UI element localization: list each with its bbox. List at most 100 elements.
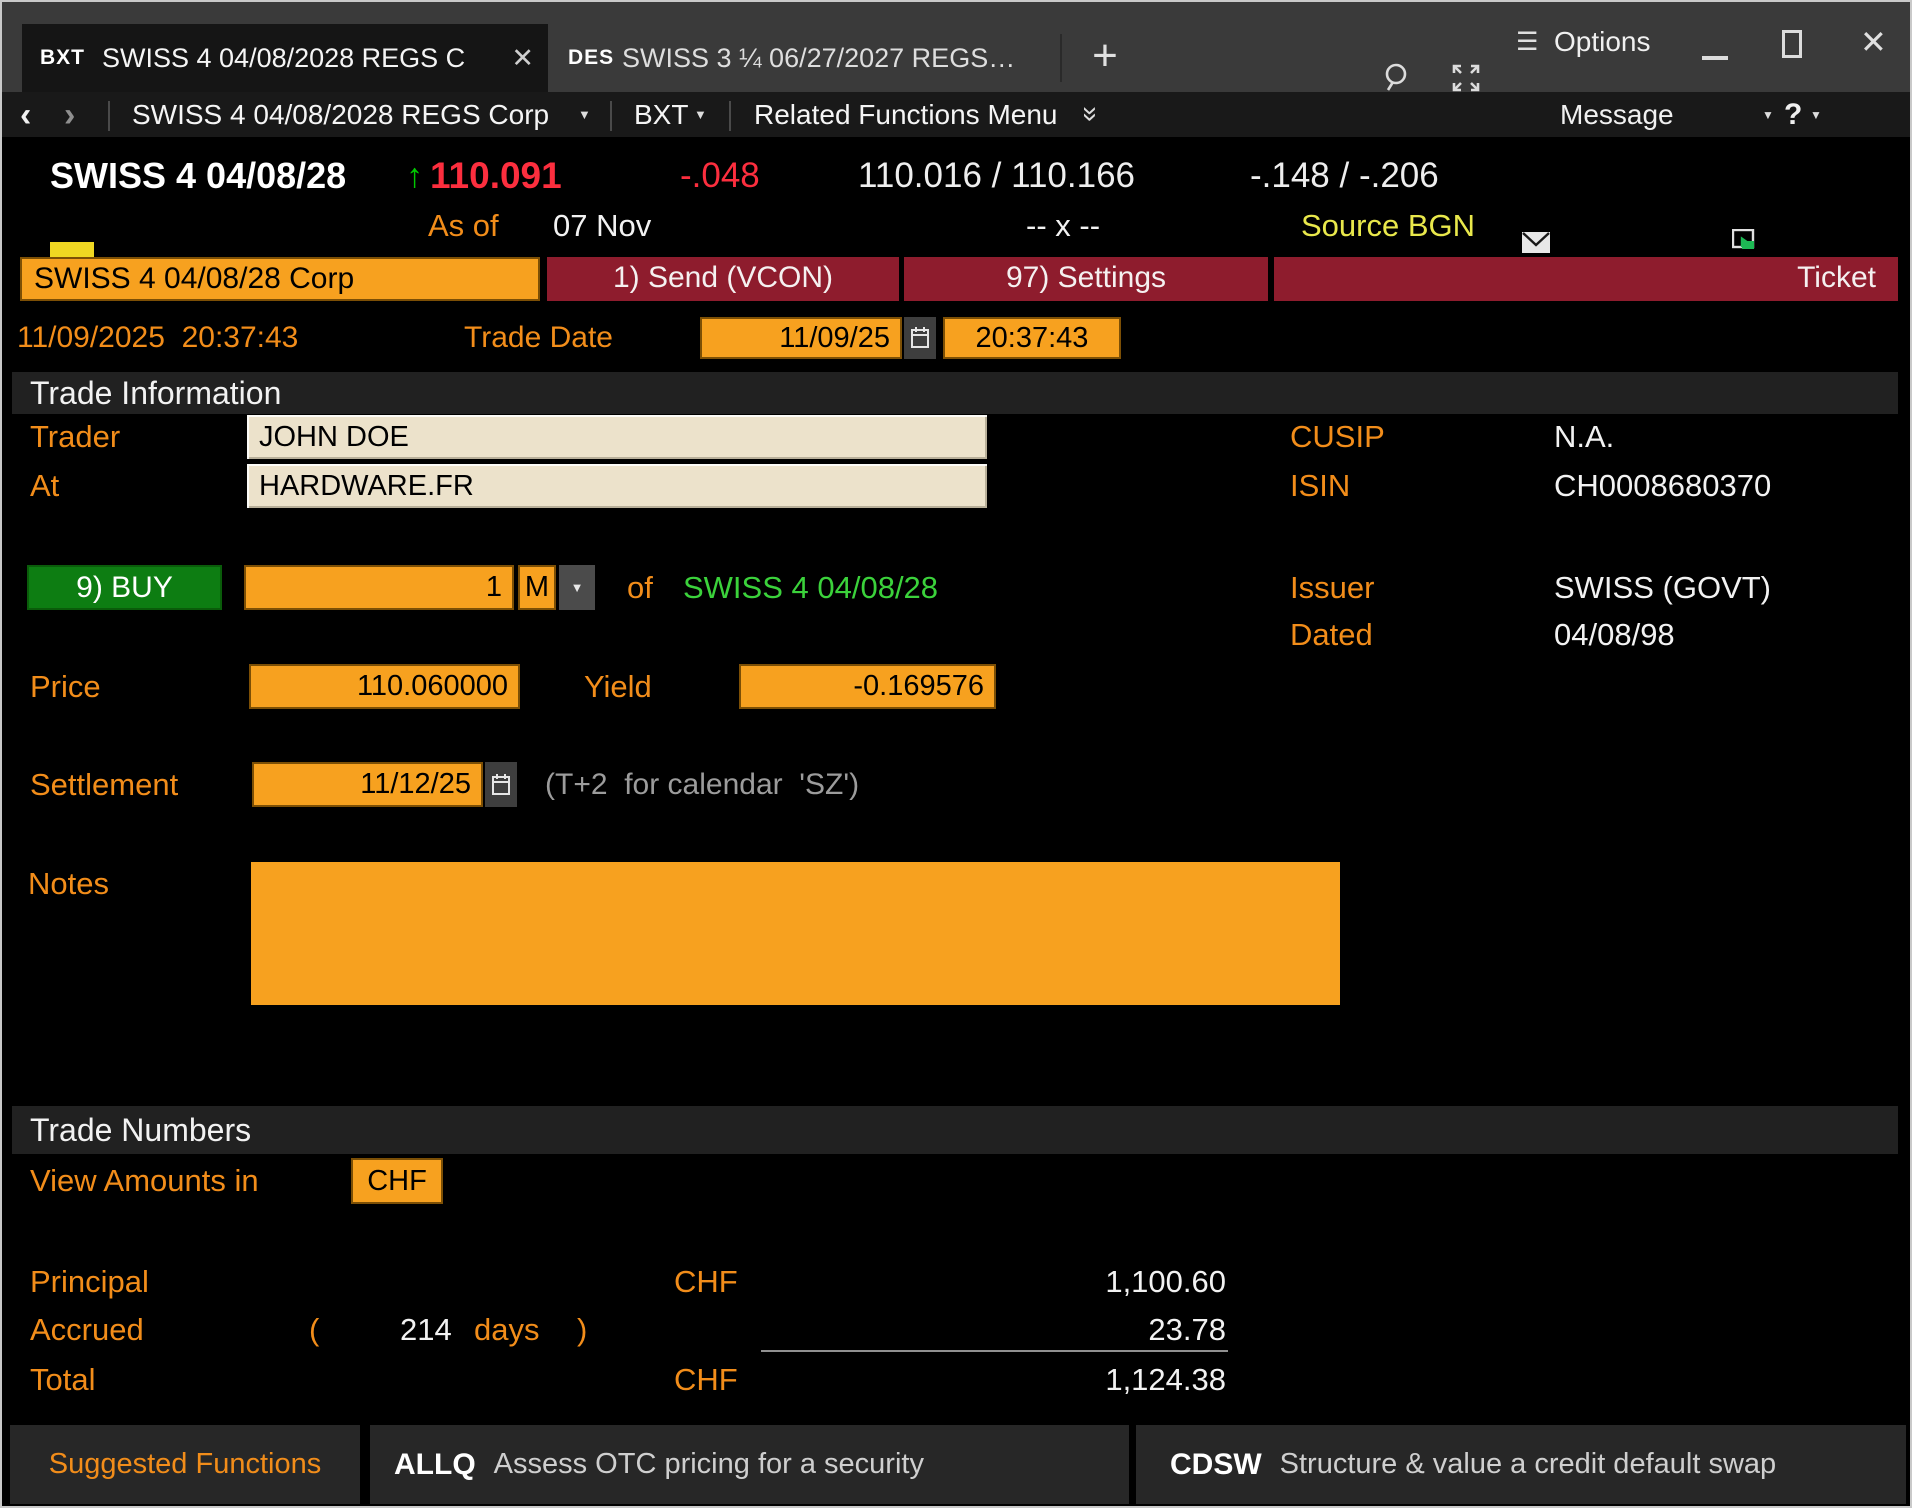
principal-currency: CHF (674, 1264, 738, 1299)
suggested-functions-label: Suggested Functions (48, 1448, 322, 1480)
send-vcon-button[interactable]: 1) Send (VCON) (547, 257, 899, 301)
title-bar: BXT SWISS 4 04/08/2028 REGS C ✕ DES SWIS… (2, 2, 1910, 92)
footer-function-desc: Assess OTC pricing for a security (493, 1448, 924, 1480)
accrued-paren-close: ) (577, 1312, 588, 1347)
price-input[interactable]: 110.060000 (249, 664, 520, 709)
footer-function-code: ALLQ (394, 1447, 476, 1481)
double-chevron-down-icon[interactable]: » (1066, 106, 1114, 122)
window-close-icon[interactable]: ✕ (1860, 22, 1887, 62)
buy-security-name: SWISS 4 04/08/28 (683, 570, 939, 605)
tab-separator (1060, 34, 1062, 82)
principal-label: Principal (30, 1264, 149, 1299)
minimize-icon[interactable] (1702, 56, 1728, 60)
forward-icon[interactable]: › (64, 92, 75, 140)
principal-value: 1,100.60 (1105, 1264, 1226, 1299)
function-toolbar: ‹ › SWISS 4 04/08/2028 REGS Corp ▼ BXT ▼… (2, 92, 1910, 253)
isin-label: ISIN (1290, 468, 1351, 503)
settlement-label: Settlement (30, 767, 179, 802)
tab-des-title: SWISS 3 ¼ 06/27/2027 REGS… (622, 43, 1016, 73)
tab-des[interactable]: DES SWISS 3 ¼ 06/27/2027 REGS… (558, 24, 1054, 92)
footer-function-cdsw[interactable]: CDSW Structure & value a credit default … (1136, 1425, 1906, 1504)
trade-date-label: Trade Date (464, 321, 613, 354)
as-of-date: 07 Nov (553, 208, 652, 243)
total-currency: CHF (674, 1362, 738, 1397)
issuer-value: SWISS (GOVT) (1554, 570, 1771, 605)
total-label: Total (30, 1362, 96, 1397)
hamburger-icon[interactable]: ☰ (1516, 22, 1538, 62)
trader-input[interactable]: JOHN DOE (247, 415, 987, 459)
toolbar-separator (729, 101, 731, 131)
quote-bid-ask: 110.016 / 110.166 (858, 156, 1136, 195)
quote-yield-change: -.148 / -.206 (1250, 156, 1439, 195)
settings-button[interactable]: 97) Settings (904, 257, 1268, 301)
at-label: At (30, 468, 60, 503)
settlement-calendar-icon[interactable] (485, 762, 517, 807)
bloomberg-terminal-window: BXT SWISS 4 04/08/2028 REGS C ✕ DES SWIS… (0, 0, 1912, 1508)
cusip-label: CUSIP (1290, 419, 1385, 454)
suggested-functions-panel[interactable]: Suggested Functions (10, 1425, 360, 1504)
amount-unit[interactable]: M (518, 565, 556, 610)
amount-input[interactable]: 1 (244, 565, 514, 610)
as-of-label: As of (428, 208, 499, 243)
trade-numbers-title: Trade Numbers (30, 1112, 252, 1148)
at-input[interactable]: HARDWARE.FR (247, 464, 987, 508)
quote-change: -.048 (680, 156, 760, 195)
toolbar-separator (610, 101, 612, 131)
tab-bxt-title: SWISS 4 04/08/2028 REGS C (102, 43, 466, 73)
new-tab-button[interactable]: + (1082, 24, 1128, 92)
footer-function-allq[interactable]: ALLQ Assess OTC pricing for a security (370, 1425, 1129, 1504)
price-label: Price (30, 669, 101, 704)
help-caret-icon[interactable]: ▼ (1810, 92, 1822, 140)
quote-security: SWISS 4 04/08/28 (50, 155, 347, 196)
tab-des-code: DES (568, 46, 615, 69)
notes-label: Notes (28, 866, 109, 901)
notes-input[interactable] (251, 862, 1340, 1005)
security-menu[interactable]: SWISS 4 04/08/2028 REGS Corp (132, 92, 549, 140)
currency-selector[interactable]: CHF (351, 1158, 443, 1204)
total-value: 1,124.38 (1105, 1362, 1226, 1397)
of-label: of (627, 570, 653, 605)
settlement-input[interactable]: 11/12/25 (252, 762, 483, 807)
function-menu-caret-icon[interactable]: ▼ (694, 92, 707, 140)
trader-label: Trader (30, 419, 121, 454)
tab-bxt[interactable]: BXT SWISS 4 04/08/2028 REGS C ✕ (22, 24, 548, 92)
dated-label: Dated (1290, 617, 1373, 652)
trade-information-header: Trade Information (12, 372, 1898, 414)
dated-value: 04/08/98 (1554, 617, 1675, 652)
cusip-value: N.A. (1554, 419, 1615, 454)
view-amounts-label: View Amounts in (30, 1163, 259, 1198)
settlement-note: (T+2 for calendar 'SZ') (545, 768, 860, 801)
related-functions-menu[interactable]: Related Functions Menu (754, 92, 1058, 140)
isin-value: CH0008680370 (1554, 468, 1772, 503)
footer-function-desc: Structure & value a credit default swap (1279, 1448, 1777, 1480)
toolbar-separator (108, 101, 110, 131)
trade-information-title: Trade Information (30, 375, 282, 411)
options-button[interactable]: Options (1554, 22, 1651, 62)
amount-unit-dropdown-icon[interactable]: ▼ (559, 565, 595, 610)
tab-bxt-code: BXT (40, 46, 85, 69)
ticket-button[interactable]: Ticket (1274, 257, 1898, 301)
trade-time-input[interactable]: 20:37:43 (943, 317, 1121, 359)
yield-input[interactable]: -0.169576 (739, 664, 996, 709)
quote-last-price: 110.091 (430, 155, 562, 196)
yield-label: Yield (584, 669, 652, 704)
trade-numbers-header: Trade Numbers (12, 1106, 1898, 1154)
accrued-value: 23.78 (1148, 1312, 1226, 1347)
accrued-days-suffix: days (474, 1312, 540, 1347)
trade-date-calendar-icon[interactable] (904, 317, 936, 359)
message-button[interactable]: Message (1560, 92, 1674, 140)
help-button[interactable]: ? (1784, 92, 1802, 140)
accrued-days: 214 (400, 1312, 452, 1347)
tab-close-icon[interactable]: ✕ (511, 24, 534, 92)
security-amber-button[interactable]: SWISS 4 04/08/28 Corp (20, 257, 540, 301)
quote-source: Source BGN (1301, 208, 1476, 243)
security-menu-caret-icon[interactable]: ▼ (578, 92, 591, 140)
trade-date-input[interactable]: 11/09/25 (700, 317, 902, 359)
export-caret-icon[interactable]: ▼ (1762, 92, 1774, 140)
maximize-icon[interactable] (1782, 30, 1802, 58)
back-icon[interactable]: ‹ (20, 92, 31, 140)
accrued-paren-open: ( (309, 1312, 320, 1347)
function-code-menu[interactable]: BXT (634, 92, 688, 140)
buy-button[interactable]: 9) BUY (27, 565, 222, 610)
accrued-label: Accrued (30, 1312, 144, 1347)
